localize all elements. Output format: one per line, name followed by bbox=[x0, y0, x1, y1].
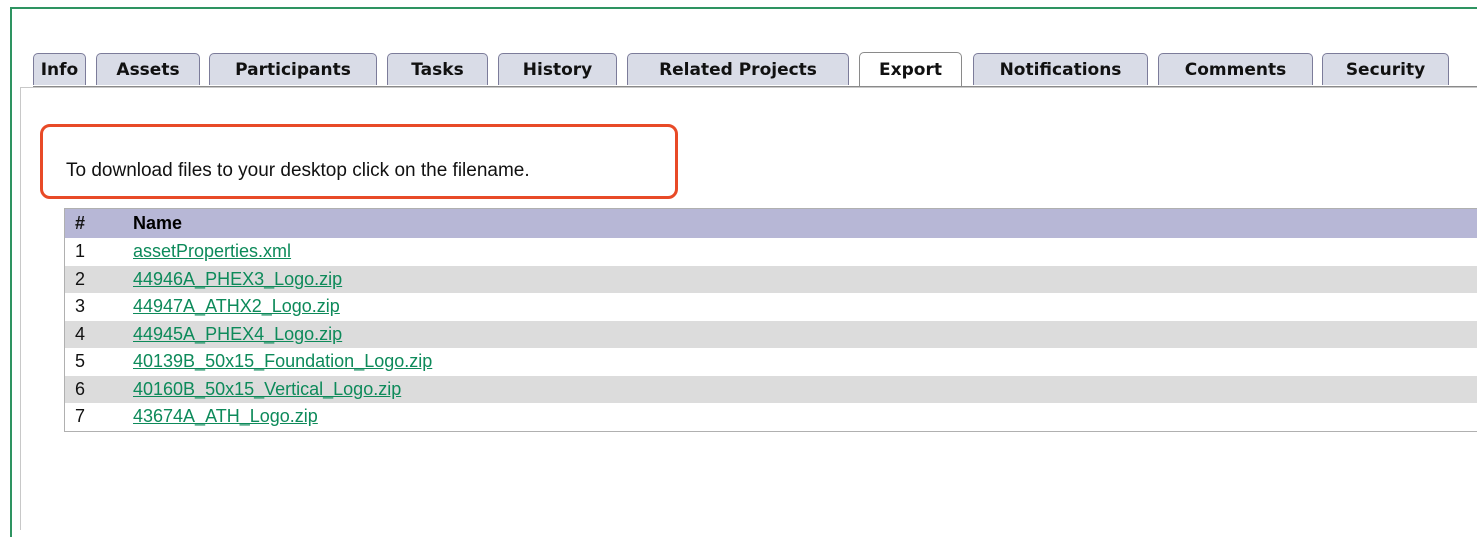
table-row: 1 assetProperties.xml bbox=[65, 238, 1477, 266]
tab-info[interactable]: Info bbox=[33, 53, 86, 85]
tab-export[interactable]: Export bbox=[859, 52, 962, 86]
row-number: 5 bbox=[75, 351, 86, 372]
file-link[interactable]: 44947A_ATHX2_Logo.zip bbox=[133, 296, 340, 316]
table-row: 3 44947A_ATHX2_Logo.zip bbox=[65, 293, 1477, 321]
tab-assets[interactable]: Assets bbox=[96, 53, 200, 85]
table-header: # Name bbox=[65, 209, 1477, 238]
file-link[interactable]: assetProperties.xml bbox=[133, 241, 291, 261]
file-link[interactable]: 44945A_PHEX4_Logo.zip bbox=[133, 324, 342, 344]
file-link[interactable]: 44946A_PHEX3_Logo.zip bbox=[133, 269, 342, 289]
row-number: 7 bbox=[75, 406, 86, 427]
download-instructions: To download files to your desktop click … bbox=[66, 160, 530, 181]
row-number: 2 bbox=[75, 268, 86, 289]
tab-comments[interactable]: Comments bbox=[1158, 53, 1313, 85]
file-table: # Name 1 assetProperties.xml 2 44946A_PH… bbox=[64, 208, 1477, 432]
tab-notifications[interactable]: Notifications bbox=[973, 53, 1148, 85]
file-link[interactable]: 43674A_ATH_Logo.zip bbox=[133, 406, 318, 426]
table-row: 2 44946A_PHEX3_Logo.zip bbox=[65, 265, 1477, 293]
tab-bar: Info Assets Participants Tasks History R… bbox=[33, 52, 1477, 87]
tab-related-projects[interactable]: Related Projects bbox=[627, 53, 849, 85]
file-link[interactable]: 40160B_50x15_Vertical_Logo.zip bbox=[133, 379, 401, 399]
table-row: 7 43674A_ATH_Logo.zip bbox=[65, 403, 1477, 431]
column-header-name: Name bbox=[133, 213, 183, 233]
file-link[interactable]: 40139B_50x15_Foundation_Logo.zip bbox=[133, 351, 432, 371]
tab-tasks[interactable]: Tasks bbox=[387, 53, 488, 85]
row-number: 3 bbox=[75, 296, 86, 317]
tab-security[interactable]: Security bbox=[1322, 53, 1449, 85]
tab-history[interactable]: History bbox=[498, 53, 617, 85]
column-header-number: # bbox=[75, 213, 86, 233]
row-number: 4 bbox=[75, 323, 86, 344]
row-number: 6 bbox=[75, 378, 86, 399]
row-number: 1 bbox=[75, 241, 86, 262]
table-row: 4 44945A_PHEX4_Logo.zip bbox=[65, 320, 1477, 348]
table-row: 5 40139B_50x15_Foundation_Logo.zip bbox=[65, 348, 1477, 376]
tab-participants[interactable]: Participants bbox=[209, 53, 377, 85]
table-row: 6 40160B_50x15_Vertical_Logo.zip bbox=[65, 375, 1477, 403]
